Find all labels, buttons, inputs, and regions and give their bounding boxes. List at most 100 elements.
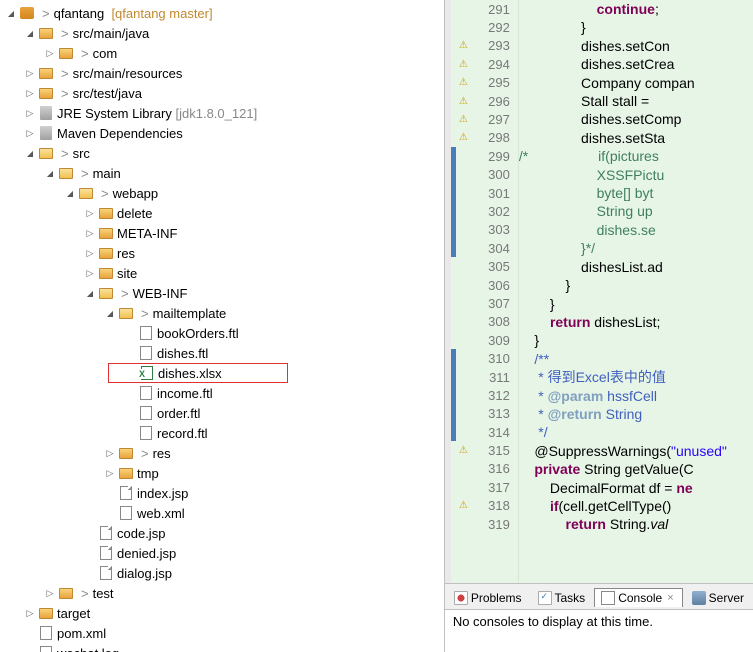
tree-item-highlighted[interactable]: dishes.xlsx [108, 363, 288, 383]
file-ftl-icon [138, 425, 154, 441]
tree-label: webapp [113, 186, 159, 201]
tree-label: index.jsp [137, 486, 188, 501]
tree-item[interactable]: bookOrders.ftl [0, 323, 444, 343]
tree-item[interactable]: > res [0, 443, 444, 463]
tab-servers[interactable]: Server [685, 588, 751, 607]
tree-label: Maven Dependencies [57, 126, 183, 141]
expand-arrow-icon[interactable] [22, 608, 38, 619]
expand-arrow-icon[interactable] [42, 48, 58, 59]
tree-item[interactable]: META-INF [0, 223, 444, 243]
tab-tasks[interactable]: Tasks [531, 588, 593, 607]
folder-icon [38, 605, 54, 621]
tree-item[interactable]: > WEB-INF [0, 283, 444, 303]
expand-arrow-icon[interactable] [82, 248, 98, 259]
library-icon [38, 125, 54, 141]
bottom-tabs[interactable]: Problems Tasks Console× Server [445, 584, 753, 610]
tree-item[interactable]: record.ftl [0, 423, 444, 443]
tree-item[interactable]: > src/test/java [0, 83, 444, 103]
folder-icon [98, 225, 114, 241]
expand-arrow-icon[interactable] [102, 309, 118, 318]
tree-item[interactable]: wechat.log [0, 643, 444, 652]
tree-root[interactable]: > qfantang [qfantang master] [0, 3, 444, 23]
expand-arrow-icon[interactable] [102, 468, 118, 479]
tree-label: com [93, 46, 118, 61]
folder-icon [118, 465, 134, 481]
tree-item[interactable]: order.ftl [0, 403, 444, 423]
tree-item[interactable]: web.xml [0, 503, 444, 523]
expand-arrow-icon[interactable] [22, 128, 38, 139]
package-icon [38, 25, 54, 41]
tree-label: qfantang [54, 6, 105, 21]
tree-item[interactable]: tmp [0, 463, 444, 483]
package-icon [58, 45, 74, 61]
expand-arrow-icon[interactable] [22, 108, 38, 119]
tree-item[interactable]: JRE System Library [jdk1.8.0_121] [0, 103, 444, 123]
problems-icon [454, 591, 468, 605]
tree-item[interactable]: delete [0, 203, 444, 223]
tree-item[interactable]: > mailtemplate [0, 303, 444, 323]
expand-arrow-icon[interactable] [82, 289, 98, 298]
tree-label: main [93, 166, 121, 181]
tree-item[interactable]: target [0, 603, 444, 623]
expand-arrow-icon[interactable] [42, 588, 58, 599]
close-icon[interactable]: × [665, 592, 675, 604]
tree-label: mailtemplate [153, 306, 227, 321]
tree-item[interactable]: > src/main/resources [0, 63, 444, 83]
folder-icon [98, 265, 114, 281]
tree-label: code.jsp [117, 526, 165, 541]
code-content[interactable]: continue; } dishes.setCon dishes.setCrea… [519, 0, 727, 583]
tree-item[interactable]: income.ftl [0, 383, 444, 403]
tree-label: dialog.jsp [117, 566, 172, 581]
expand-arrow-icon[interactable] [22, 68, 38, 79]
tree-item[interactable]: pom.xml [0, 623, 444, 643]
tree-item[interactable]: code.jsp [0, 523, 444, 543]
tasks-icon [538, 591, 552, 605]
project-icon [19, 5, 35, 21]
tree-label: site [117, 266, 137, 281]
tree-item[interactable]: index.jsp [0, 483, 444, 503]
tab-problems[interactable]: Problems [447, 588, 529, 607]
tree-label: delete [117, 206, 152, 221]
tree-label: denied.jsp [117, 546, 176, 561]
tree-label: META-INF [117, 226, 177, 241]
tree-item[interactable]: dialog.jsp [0, 563, 444, 583]
tab-console[interactable]: Console× [594, 588, 682, 607]
folder-open-icon [98, 285, 114, 301]
tree-item[interactable]: > main [0, 163, 444, 183]
console-icon [601, 591, 615, 605]
expand-arrow-icon[interactable] [22, 88, 38, 99]
expand-arrow-icon[interactable] [82, 268, 98, 279]
expand-arrow-icon[interactable] [22, 149, 38, 158]
tree-item[interactable]: > test [0, 583, 444, 603]
expand-arrow-icon[interactable] [102, 448, 118, 459]
tree-item[interactable]: > src/main/java [0, 23, 444, 43]
folder-icon [98, 245, 114, 261]
folder-icon [98, 205, 114, 221]
tree-item[interactable]: dishes.ftl [0, 343, 444, 363]
tree-item[interactable]: > webapp [0, 183, 444, 203]
expand-arrow-icon[interactable] [62, 189, 78, 198]
project-explorer[interactable]: > qfantang [qfantang master] > src/main/… [0, 0, 445, 652]
tree-item[interactable]: res [0, 243, 444, 263]
tree-item[interactable]: > src [0, 143, 444, 163]
tree-item[interactable]: Maven Dependencies [0, 123, 444, 143]
file-jsp-icon [98, 525, 114, 541]
file-icon [38, 645, 54, 652]
file-jsp-icon [98, 565, 114, 581]
folder-open-icon [58, 165, 74, 181]
tree-item[interactable]: denied.jsp [0, 543, 444, 563]
expand-arrow-icon[interactable] [82, 208, 98, 219]
package-icon [38, 65, 54, 81]
tree-label: wechat.log [57, 646, 119, 652]
library-icon [38, 105, 54, 121]
code-editor[interactable]: 2912922932942952962972982993003013023033… [445, 0, 753, 583]
file-xlsx-icon [139, 365, 155, 381]
expand-arrow-icon[interactable] [22, 29, 38, 38]
expand-arrow-icon[interactable] [42, 169, 58, 178]
tree-label: res [117, 246, 135, 261]
expand-arrow-icon[interactable] [3, 9, 19, 18]
tree-item[interactable]: > com [0, 43, 444, 63]
expand-arrow-icon[interactable] [82, 228, 98, 239]
tree-item[interactable]: site [0, 263, 444, 283]
branch-label: [qfantang master] [111, 6, 212, 21]
